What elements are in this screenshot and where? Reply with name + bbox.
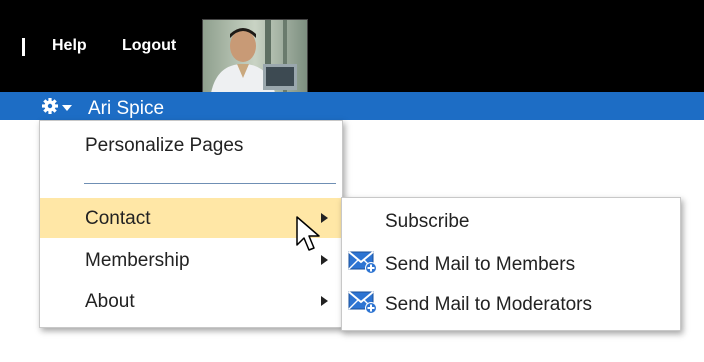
menu-item-personalize-pages[interactable]: Personalize Pages — [85, 135, 243, 157]
mail-add-icon — [348, 250, 378, 274]
submenu-item-send-mail-members[interactable]: Send Mail to Members — [385, 254, 575, 276]
menu-item-about[interactable]: About — [85, 291, 135, 313]
top-header: Help Logout — [0, 0, 704, 94]
contact-submenu: Subscribe Send Mail to Members Send Mail… — [341, 197, 681, 331]
menu-item-contact[interactable]: Contact — [85, 208, 150, 230]
menu-item-membership[interactable]: Membership — [85, 250, 190, 272]
gear-icon — [42, 98, 72, 114]
mail-add-icon — [348, 290, 378, 314]
submenu-item-send-mail-moderators[interactable]: Send Mail to Moderators — [385, 294, 592, 316]
submenu-item-subscribe[interactable]: Subscribe — [385, 211, 470, 233]
chevron-down-icon — [62, 105, 72, 111]
mouse-cursor-icon — [295, 215, 323, 257]
header-separator — [22, 38, 25, 56]
help-link[interactable]: Help — [52, 37, 87, 55]
logout-link[interactable]: Logout — [122, 37, 176, 55]
submenu-arrow-icon — [321, 296, 328, 306]
user-avatar[interactable] — [202, 19, 308, 94]
user-name[interactable]: Ari Spice — [88, 98, 164, 120]
settings-dropdown-toggle[interactable] — [40, 97, 80, 117]
menu-divider — [84, 183, 336, 184]
